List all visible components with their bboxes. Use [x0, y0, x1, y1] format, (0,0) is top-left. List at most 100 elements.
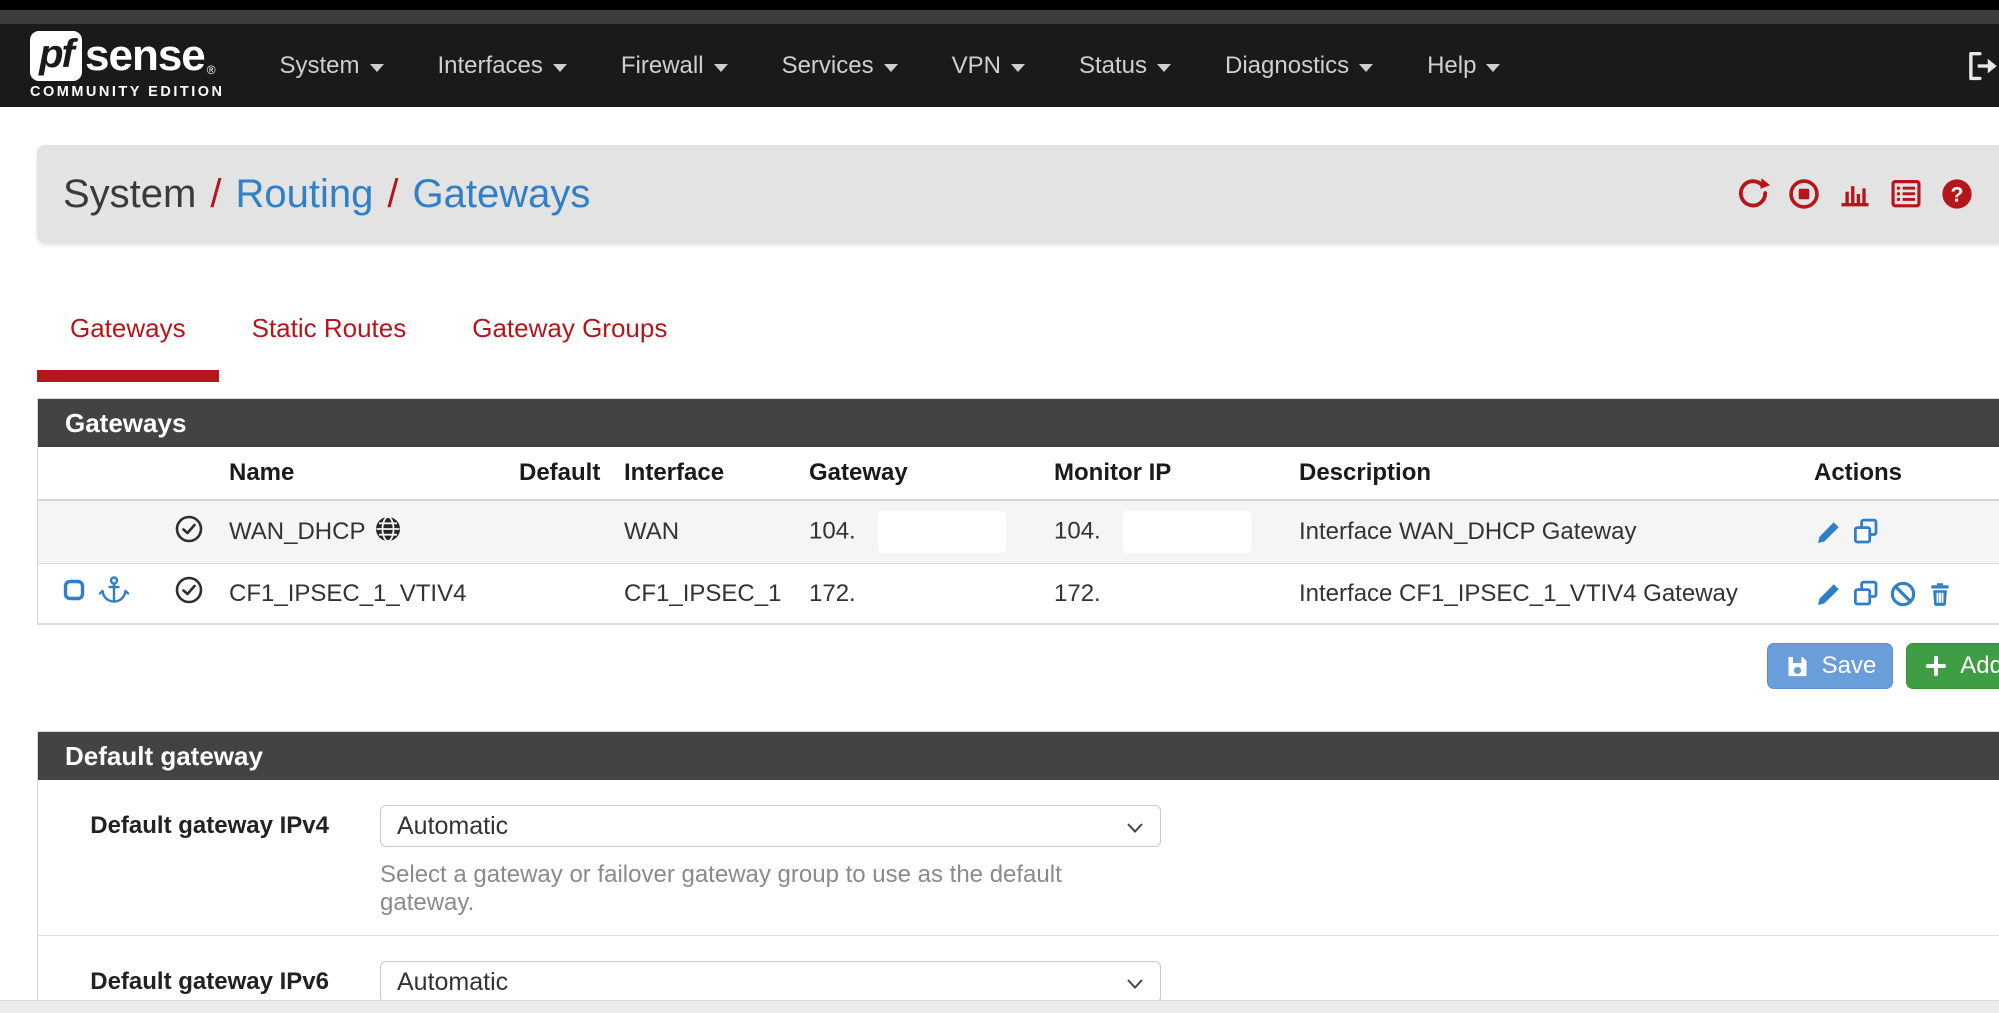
tab-gateways[interactable]: Gateways — [37, 313, 219, 382]
default-gateway-ipv6-select[interactable]: Automatic — [380, 961, 1161, 1003]
nav-item-help[interactable]: Help — [1400, 52, 1527, 80]
pf-logo-box: pf — [30, 31, 82, 81]
redaction-box — [878, 511, 1006, 553]
pfsense-page: pf sense ® COMMUNITY EDITION System Inte… — [0, 0, 1999, 1013]
tab-static-routes[interactable]: Static Routes — [219, 313, 440, 382]
logo-community-edition: COMMUNITY EDITION — [30, 84, 224, 100]
breadcrumb-separator: / — [387, 172, 398, 217]
refresh-icon[interactable] — [1735, 176, 1771, 212]
actions-cell — [1808, 564, 1999, 624]
description-cell: Interface CF1_IPSEC_1_VTIV4 Gateway — [1293, 564, 1808, 624]
bar-chart-icon[interactable] — [1837, 176, 1873, 212]
square-icon[interactable] — [62, 578, 86, 609]
stop-circle-icon[interactable] — [1786, 176, 1822, 212]
col-status — [168, 447, 223, 500]
breadcrumb-separator: / — [210, 172, 221, 217]
col-gateway: Gateway — [803, 447, 1048, 500]
nav-item-services[interactable]: Services — [755, 52, 925, 80]
chevron-down-icon — [553, 64, 567, 72]
logo-registered-mark: ® — [207, 63, 216, 77]
help-icon[interactable]: ? — [1939, 176, 1975, 212]
save-button[interactable]: Save — [1767, 643, 1894, 689]
col-monitor-ip: Monitor IP — [1048, 447, 1293, 500]
row-status-cell — [168, 564, 223, 624]
default-gateway-panel-title: Default gateway — [38, 732, 1999, 780]
edit-icon[interactable] — [1814, 517, 1844, 547]
breadcrumb-bar: System / Routing / Gateways — [37, 145, 1999, 243]
chevron-down-icon — [884, 64, 898, 72]
nav-item-vpn[interactable]: VPN — [925, 52, 1052, 80]
copy-icon[interactable] — [1851, 517, 1881, 547]
row-status-cell — [168, 500, 223, 564]
nav-item-firewall[interactable]: Firewall — [594, 52, 755, 80]
check-circle-icon — [174, 584, 204, 611]
chevron-down-icon — [1359, 64, 1373, 72]
globe-icon — [373, 514, 403, 551]
chevron-down-icon — [1126, 812, 1144, 841]
monitor-ip-cell: 104. — [1048, 500, 1293, 564]
row-lead-cell — [38, 500, 168, 564]
default-gateway-ipv4-select[interactable]: Automatic — [380, 805, 1161, 847]
log-icon[interactable] — [1888, 176, 1924, 212]
svg-text:?: ? — [1950, 182, 1963, 206]
table-row: CF1_IPSEC_1_VTIV4 CF1_IPSEC_1 172. 172. … — [38, 564, 1999, 624]
row-lead-cell — [38, 564, 168, 624]
default-gateway-panel: Default gateway Default gateway IPv4 Aut… — [37, 731, 1999, 1013]
anchor-icon — [98, 574, 130, 613]
table-buttons-row: Save Add — [37, 643, 1999, 689]
nav-item-status[interactable]: Status — [1052, 52, 1198, 80]
col-description: Description — [1293, 447, 1808, 500]
tab-strip: Gateways Static Routes Gateway Groups — [37, 313, 1999, 382]
actions-cell — [1808, 500, 1999, 564]
logo-pf-text: pf — [39, 32, 73, 77]
sign-out-icon[interactable] — [1963, 48, 1999, 89]
chevron-down-icon — [1157, 64, 1171, 72]
ipv4-help-text: Select a gateway or failover gateway gro… — [380, 861, 1161, 917]
top-gray-strip — [0, 10, 1999, 24]
nav-item-interfaces[interactable]: Interfaces — [411, 52, 594, 80]
col-actions: Actions — [1808, 447, 1999, 500]
gateways-table: Name Default Interface Gateway Monitor I… — [38, 447, 1999, 624]
default-cell — [513, 564, 618, 624]
redaction-box — [1123, 511, 1251, 553]
table-row: WAN_DHCP WAN 104. 104. Interface WAN_DHC… — [38, 500, 1999, 564]
logo-sense-text: sense — [85, 31, 205, 81]
form-row-ipv4: Default gateway IPv4 Automatic Select a … — [38, 780, 1999, 935]
chevron-down-icon — [1126, 968, 1144, 997]
selected-value: Automatic — [397, 812, 508, 841]
chevron-down-icon — [1486, 64, 1500, 72]
gateway-ip-cell: 172. — [803, 564, 1048, 624]
description-cell: Interface WAN_DHCP Gateway — [1293, 500, 1808, 564]
breadcrumb: System / Routing / Gateways — [63, 172, 590, 217]
tab-gateway-groups[interactable]: Gateway Groups — [439, 313, 700, 382]
gateways-panel-title: Gateways — [38, 399, 1999, 447]
edit-icon[interactable] — [1814, 579, 1844, 609]
default-gateway-ipv4-label: Default gateway IPv4 — [38, 805, 380, 917]
breadcrumb-gateways-link[interactable]: Gateways — [412, 172, 590, 217]
top-black-strip — [0, 0, 1999, 10]
col-interface: Interface — [618, 447, 803, 500]
default-cell — [513, 500, 618, 564]
breadcrumb-toolbar: ? — [1735, 176, 1975, 212]
plus-icon — [1923, 653, 1949, 679]
page-bottom-strip — [0, 1000, 1999, 1013]
col-default: Default — [513, 447, 618, 500]
chevron-down-icon — [370, 64, 384, 72]
breadcrumb-routing-link[interactable]: Routing — [235, 172, 373, 217]
gateway-name-cell: WAN_DHCP — [223, 500, 513, 564]
monitor-ip-cell: 172. — [1048, 564, 1293, 624]
gateway-name: WAN_DHCP — [229, 518, 365, 546]
gateway-name-cell: CF1_IPSEC_1_VTIV4 — [223, 564, 513, 624]
copy-icon[interactable] — [1851, 579, 1881, 609]
disable-icon[interactable] — [1888, 579, 1918, 609]
interface-cell: WAN — [618, 500, 803, 564]
nav-item-diagnostics[interactable]: Diagnostics — [1198, 52, 1400, 80]
main-navbar: pf sense ® COMMUNITY EDITION System Inte… — [0, 24, 1999, 107]
pfsense-logo[interactable]: pf sense ® COMMUNITY EDITION — [30, 31, 224, 100]
selected-value: Automatic — [397, 968, 508, 997]
table-header-row: Name Default Interface Gateway Monitor I… — [38, 447, 1999, 500]
nav-item-system[interactable]: System — [252, 52, 410, 80]
delete-icon[interactable] — [1925, 579, 1955, 609]
chevron-down-icon — [714, 64, 728, 72]
add-button[interactable]: Add — [1906, 643, 1999, 689]
